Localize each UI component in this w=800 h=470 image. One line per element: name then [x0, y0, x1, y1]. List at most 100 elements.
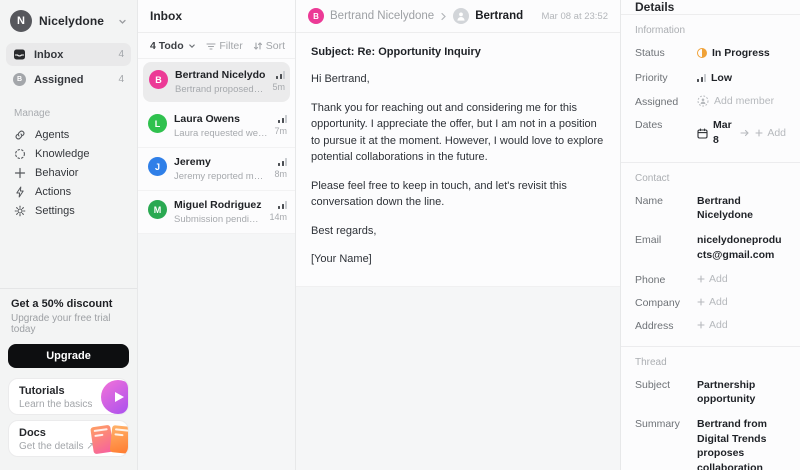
thread-summary-value: Bertrand from Digital Trends proposes co… — [697, 417, 768, 470]
plus-icon — [697, 320, 705, 329]
chevron-down-icon — [118, 17, 127, 26]
conversation-item[interactable]: B Bertrand Nicelydone Bertrand proposed … — [143, 62, 290, 102]
workspace-switcher[interactable]: N Nicelydone — [0, 8, 137, 42]
conversation-preview: Jeremy reported mobile display ... — [174, 171, 267, 182]
assigned-row: Assigned Add member — [621, 90, 800, 113]
todo-filter-dropdown[interactable]: 4 Todo — [150, 40, 196, 52]
add-company-button[interactable]: Add — [697, 296, 728, 308]
thread-header: B Bertrand Nicelydone Bertrand Mar 08 at… — [296, 0, 620, 33]
dotted-circle-icon — [14, 148, 26, 160]
message-paragraph: Please feel free to keep in touch, and l… — [311, 179, 567, 209]
play-icon[interactable] — [101, 380, 128, 414]
sidebar-item-actions[interactable]: Actions — [0, 182, 137, 201]
conversation-item[interactable]: L Laura Owens Laura requested website re… — [138, 105, 295, 148]
details-body: Information Status In Progress Priority … — [621, 15, 800, 470]
tutorials-card[interactable]: Tutorials Learn the basics — [8, 378, 129, 415]
conversation-item[interactable]: M Miguel Rodriguez Submission pending, f… — [138, 191, 295, 234]
details-title: Details — [635, 0, 675, 14]
conversation-name: Jeremy — [174, 156, 211, 168]
calendar-icon — [697, 128, 708, 139]
status-label: Status — [635, 47, 665, 59]
bot-avatar-icon: B — [13, 73, 26, 86]
message-subject: Subject: Re: Opportunity Inquiry — [311, 46, 481, 58]
sidebar-item-label: Settings — [35, 205, 75, 217]
sidebar-item-label: Assigned — [34, 73, 84, 86]
filter-button[interactable]: Filter — [206, 40, 243, 52]
contact-address-row: Address Add — [621, 314, 800, 337]
conversation-time: 8m — [274, 169, 287, 179]
add-address-button[interactable]: Add — [697, 319, 728, 331]
dates-label: Dates — [635, 119, 663, 132]
inbox-icon — [13, 48, 26, 61]
contact-name-value[interactable]: Bertrand Nicelydone — [697, 194, 786, 223]
conversation-time: 5m — [272, 82, 285, 92]
contact-email-value[interactable]: nicelydoneproducts@gmail.com — [697, 233, 786, 262]
assigned-count: 4 — [118, 74, 124, 85]
conversation-item[interactable]: J Jeremy Jeremy reported mobile display … — [138, 148, 295, 191]
lightning-icon — [14, 186, 26, 198]
avatar: J — [148, 157, 167, 176]
sidebar-item-label: Knowledge — [35, 148, 90, 160]
sidebar: N Nicelydone Inbox 4 B Assigned 4 Manage… — [0, 0, 138, 470]
breadcrumb-parent[interactable]: Bertrand Nicelydone — [330, 10, 434, 22]
address-label: Address — [635, 319, 674, 332]
add-member-icon — [697, 95, 709, 107]
chevron-right-icon — [440, 12, 447, 21]
thread-section-label: Thread — [635, 356, 667, 368]
thread-subject-row: Subject Partnership opportunity — [621, 373, 800, 412]
list-empty-space — [138, 234, 295, 470]
date-value[interactable]: Mar 8 — [713, 118, 735, 147]
conversation-time: 7m — [274, 126, 287, 136]
signal-bars-icon — [278, 158, 287, 166]
sidebar-item-label: Actions — [35, 186, 72, 198]
gear-icon — [14, 205, 26, 217]
company-label: Company — [635, 296, 680, 309]
conversation-preview: Submission pending, flagged for... — [174, 214, 263, 225]
assigned-label: Assigned — [635, 96, 679, 109]
add-date-button[interactable]: Add — [755, 127, 786, 139]
message-timestamp: Mar 08 at 23:52 — [541, 10, 608, 22]
status-value[interactable]: In Progress — [697, 46, 786, 61]
promo-subtitle: Upgrade your free trial today — [11, 313, 111, 335]
plus-icon — [14, 167, 26, 179]
message-paragraph: Hi Bertrand, — [311, 73, 370, 85]
inbox-count: 4 — [118, 49, 124, 60]
thread-summary-row: Summary Bertrand from Digital Trends pro… — [621, 412, 800, 470]
docs-card[interactable]: Docs Get the details ↗ — [8, 420, 129, 457]
avatar: B — [149, 70, 168, 89]
signal-bars-icon — [278, 115, 287, 123]
conversation-preview: Bertrand proposed a partnership... — [175, 84, 265, 95]
subject-label: Subject — [635, 378, 671, 391]
inbox-list-header: Inbox — [138, 0, 295, 33]
conversation-name: Laura Owens — [174, 113, 240, 125]
priority-value[interactable]: Low — [697, 71, 786, 86]
link-icon — [14, 129, 26, 141]
sidebar-item-agents[interactable]: Agents — [0, 125, 137, 144]
sidebar-item-label: Behavior — [35, 167, 79, 179]
upgrade-button[interactable]: Upgrade — [8, 344, 129, 368]
contact-email-row: Email nicelydoneproducts@gmail.com — [621, 228, 800, 267]
sidebar-item-assigned[interactable]: B Assigned 4 — [6, 68, 131, 91]
sidebar-footer: Get a 50% discount Upgrade your free tri… — [0, 288, 137, 470]
add-member-button[interactable]: Add member — [714, 95, 774, 107]
thread-empty-space — [296, 286, 620, 470]
workspace-name: Nicelydone — [39, 14, 105, 28]
manage-section-label: Manage — [14, 108, 51, 119]
message-paragraph: Best regards, — [311, 224, 377, 237]
add-phone-button[interactable]: Add — [697, 273, 728, 285]
thread-view: B Bertrand Nicelydone Bertrand Mar 08 at… — [296, 0, 620, 470]
sort-button[interactable]: Sort — [253, 40, 285, 52]
inbox-list-title: Inbox — [150, 9, 182, 23]
sidebar-item-settings[interactable]: Settings — [0, 201, 137, 220]
priority-label: Priority — [635, 71, 668, 84]
signal-bars-icon — [278, 201, 287, 209]
sidebar-item-inbox[interactable]: Inbox 4 — [6, 43, 131, 66]
breadcrumb-current: Bertrand — [475, 10, 524, 22]
inbox-toolbar: 4 Todo Filter Sort — [138, 33, 295, 59]
message-paragraph: [Your Name] — [311, 253, 372, 265]
sidebar-item-behavior[interactable]: Behavior — [0, 163, 137, 182]
message-body: Subject: Re: Opportunity Inquiry Hi Bert… — [296, 33, 620, 287]
sidebar-item-label: Agents — [35, 129, 70, 141]
name-label: Name — [635, 194, 664, 207]
sidebar-item-knowledge[interactable]: Knowledge — [0, 144, 137, 163]
